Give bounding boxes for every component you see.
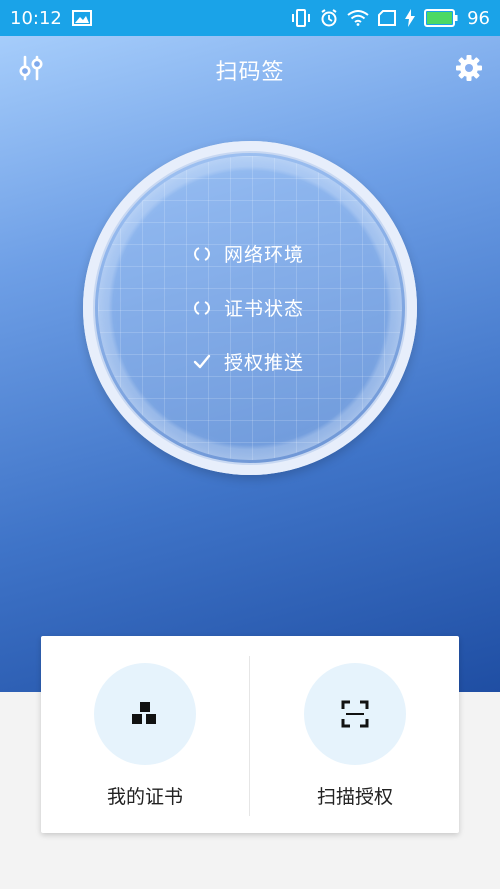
loading-spinner-icon: [194, 300, 210, 315]
my-certificate-button[interactable]: 我的证书: [41, 636, 249, 833]
vibrate-icon: [292, 9, 311, 27]
battery-level: 96: [467, 7, 490, 29]
status-time: 10:12: [10, 7, 62, 29]
check-label: 证书状态: [224, 298, 305, 320]
certificate-blocks-icon: [132, 702, 156, 724]
scan-authorize-button[interactable]: 扫描授权: [251, 636, 459, 833]
action-card: 我的证书 扫描授权: [41, 636, 459, 833]
scan-frame-icon: [341, 700, 369, 728]
action-icon-circle: [304, 663, 406, 765]
title-bar: 扫码签: [0, 36, 500, 104]
action-label: 扫描授权: [316, 786, 393, 808]
alarm-icon: [321, 9, 337, 27]
gear-icon[interactable]: [455, 54, 483, 82]
action-icon-circle: [94, 663, 196, 765]
charging-icon: [405, 9, 416, 27]
wifi-icon: [347, 10, 369, 26]
filter-sliders-icon[interactable]: [17, 54, 45, 82]
check-label: 网络环境: [224, 244, 305, 266]
check-push: 授权推送: [192, 348, 304, 375]
page-title: 扫码签: [215, 60, 285, 85]
loading-spinner-icon: [194, 246, 210, 261]
check-label: 授权推送: [224, 352, 305, 374]
sim-icon: [378, 10, 397, 26]
check-network: 网络环境: [192, 240, 304, 267]
check-certificate: 证书状态: [192, 294, 304, 321]
card-divider: [249, 656, 250, 816]
battery-icon: [424, 9, 458, 27]
checkmark-icon: [193, 354, 211, 368]
action-label: 我的证书: [106, 786, 183, 808]
image-icon: [71, 10, 92, 26]
status-bar: 10:12 96: [0, 0, 500, 36]
